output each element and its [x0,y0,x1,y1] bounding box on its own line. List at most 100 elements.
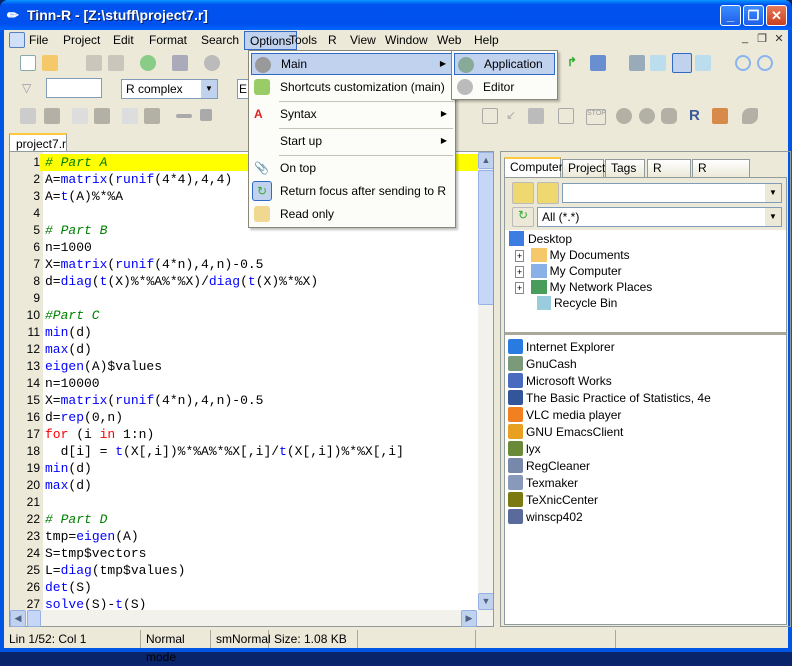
shortcut-item[interactable]: The Basic Practice of Statistics, 4e [508,390,711,407]
page-icon[interactable] [20,108,36,124]
unindent-icon[interactable] [94,108,110,124]
bubble-icon[interactable] [616,108,632,124]
scroll-up-icon[interactable]: ▲ [478,152,493,169]
r-send-icon[interactable]: R [689,107,705,124]
number-block-icon[interactable] [144,108,160,124]
screen-icon[interactable] [629,55,645,71]
menu-item-application[interactable]: Application [454,53,555,75]
mdi-minimize-button[interactable]: _ [737,32,753,46]
tab-project7[interactable]: project7.r [9,133,67,152]
window-frame-icon[interactable] [482,108,498,124]
code-line[interactable]: 19 min(d) [10,460,478,477]
open-folder-icon[interactable] [42,55,58,71]
menu-window[interactable]: Window [380,31,433,50]
chevron-down-icon[interactable]: ▼ [201,80,217,98]
shortcut-item[interactable]: Internet Explorer [508,339,615,356]
indent-icon[interactable] [72,108,88,124]
menu-item-syntax[interactable]: A Syntax ▶ [251,103,453,125]
code-line[interactable]: 6 n=1000 [10,239,478,256]
shortcut-item[interactable]: GnuCash [508,356,577,373]
close-console-icon[interactable] [558,108,574,124]
undo-icon[interactable] [204,55,220,71]
tree-item-my-computer[interactable]: + My Computer [515,263,622,279]
code-line[interactable]: 10 #Part C [10,307,478,324]
menu-item-shortcuts[interactable]: Shortcuts customization (main) [251,76,453,98]
send-arrow-icon[interactable]: ↱ [567,55,583,71]
block-icon[interactable] [44,108,60,124]
new-file-icon[interactable] [20,55,36,71]
search-input[interactable] [46,78,102,98]
add-favorite-icon[interactable] [512,182,534,204]
shortcut-item[interactable]: Microsoft Works [508,373,612,390]
shortcut-item[interactable]: VLC media player [508,407,621,424]
shortcut-item[interactable]: GNU EmacsClient [508,424,623,441]
minimize-button[interactable]: _ [720,5,741,26]
menu-item-on-top[interactable]: 📎 On top [251,157,453,179]
scroll-thumb[interactable] [478,170,493,305]
home-icon[interactable] [712,108,728,124]
remove-favorite-icon[interactable] [537,182,559,204]
tab-r-explorer[interactable]: R explorer [692,159,750,189]
menu-edit[interactable]: Edit [108,31,139,50]
hscroll-thumb[interactable] [27,610,41,627]
split-left-icon[interactable] [650,55,666,71]
shortcut-item[interactable]: RegCleaner [508,458,590,475]
tab-project[interactable]: Project [562,159,605,177]
code-line[interactable]: 7 X=matrix(runif(4*n),4,n)-0.5 [10,256,478,273]
split-bottom-icon[interactable] [695,55,711,71]
tab-computer[interactable]: Computer [504,157,563,178]
menu-item-main[interactable]: Main ▶ [251,53,453,75]
filter-icon[interactable]: ▽ [22,81,38,97]
code-line[interactable]: 17 for (i in 1:n) [10,426,478,443]
scroll-right-icon[interactable]: ▶ [461,610,477,627]
tab-tags[interactable]: Tags [605,159,645,177]
menu-item-editor[interactable]: Editor [454,76,555,98]
menu-item-start-up[interactable]: Start up ▶ [251,130,453,152]
refresh-icon[interactable]: ↻ [512,207,534,227]
splitter[interactable] [505,332,786,335]
shortcut-item[interactable]: Texmaker [508,475,578,492]
stop-circle-icon[interactable] [735,55,751,71]
expand-icon[interactable]: + [515,282,525,294]
code-line[interactable]: 14 n=10000 [10,375,478,392]
mdi-restore-button[interactable]: ❐ [754,32,770,46]
tree-item-my-network-places[interactable]: + My Network Places [515,279,652,295]
favorites-combo[interactable]: ▼ [562,183,782,203]
shortcut-item[interactable]: winscp402 [508,509,583,526]
clear-icon[interactable]: ↙ [506,108,522,124]
leaf-icon[interactable] [742,108,758,124]
square-icon[interactable] [200,109,212,121]
chevron-down-icon[interactable]: ▼ [765,208,781,226]
vertical-scrollbar[interactable]: ▲ ▼ [478,152,493,610]
close-button[interactable]: ✕ [766,5,787,26]
menu-r[interactable]: R [323,31,342,50]
expand-icon[interactable]: + [515,250,525,262]
numbered-list-icon[interactable] [122,108,138,124]
menu-tools[interactable]: Tools [284,31,322,50]
code-line[interactable]: 8 d=diag(t(X)%*%A%*%X)/diag(t(X)%*%X) [10,273,478,290]
octagon-icon[interactable] [661,108,677,124]
code-line[interactable]: 24 S=tmp$vectors [10,545,478,562]
horizontal-scrollbar[interactable]: ◀ ▶ [9,610,494,627]
mdi-close-button[interactable]: ✕ [771,32,787,46]
print-icon[interactable] [172,55,188,71]
tab-r-card[interactable]: R card [647,159,691,189]
title-bar[interactable]: ✏ Tinn-R - [Z:\stuff\project7.r] _ ❐ ✕ [0,0,792,30]
code-line[interactable]: 21 [10,494,478,511]
expand-icon[interactable]: + [515,266,525,278]
code-line[interactable]: 13 eigen(A)$values [10,358,478,375]
menu-item-read-only[interactable]: Read only [251,203,453,225]
menu-help[interactable]: Help [469,31,504,50]
dash-icon[interactable] [176,114,192,118]
code-line[interactable]: 22 # Part D [10,511,478,528]
monitor-icon[interactable] [590,55,606,71]
tree-item-my-documents[interactable]: + My Documents [515,247,630,263]
syntax-combo[interactable]: R complex ▼ [121,79,218,99]
code-line[interactable]: 12 max(d) [10,341,478,358]
code-line[interactable]: 27 solve(S)-t(S) [10,596,478,610]
save-all-icon[interactable] [108,55,124,71]
reload-icon[interactable] [140,55,156,71]
code-line[interactable]: 26 det(S) [10,579,478,596]
menu-view[interactable]: View [345,31,381,50]
menu-search[interactable]: Search [196,31,244,50]
